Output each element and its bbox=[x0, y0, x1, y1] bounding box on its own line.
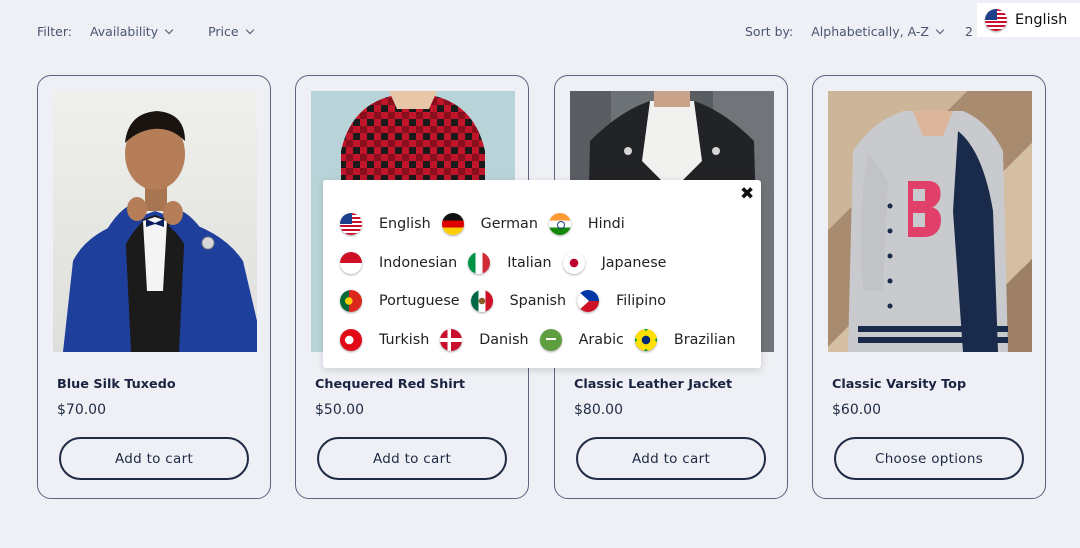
language-name: Arabic bbox=[578, 331, 624, 348]
language-popup: ✖ English German Hindi Indonesian Italia… bbox=[323, 180, 761, 368]
chevron-down-icon bbox=[245, 25, 254, 34]
mx-flag-icon bbox=[470, 290, 493, 313]
product-count: 2 bbox=[964, 24, 973, 39]
language-option-english[interactable]: English bbox=[340, 213, 431, 236]
sort-value: Alphabetically, A-Z bbox=[811, 24, 929, 39]
language-option-indonesian[interactable]: Indonesian bbox=[340, 251, 458, 274]
language-name: Portuguese bbox=[379, 293, 460, 310]
product-price: $50.00 bbox=[315, 402, 364, 418]
language-option-japanese[interactable]: Japanese bbox=[562, 251, 667, 274]
language-option-german[interactable]: German bbox=[441, 213, 538, 236]
br-flag-icon bbox=[634, 328, 657, 351]
language-row: Indonesian Italian Japanese bbox=[340, 244, 760, 283]
filter-availability-dropdown[interactable]: Availability bbox=[89, 24, 174, 39]
language-switcher-label: English bbox=[1015, 12, 1068, 28]
product-price: $60.00 bbox=[832, 402, 881, 418]
product-title[interactable]: Classic Leather Jacket bbox=[574, 377, 732, 392]
language-name: Hindi bbox=[587, 216, 625, 233]
language-name: Turkish bbox=[379, 331, 430, 348]
language-option-turkish[interactable]: Turkish bbox=[340, 328, 430, 351]
it-flag-icon bbox=[468, 251, 491, 274]
language-name: Italian bbox=[507, 254, 552, 271]
filter-label: Filter: bbox=[37, 24, 72, 39]
sort-label: Sort by: bbox=[745, 24, 794, 39]
product-price: $80.00 bbox=[574, 402, 623, 418]
filter-bar: Filter: Availability Price bbox=[37, 24, 289, 39]
chevron-down-icon bbox=[164, 25, 174, 34]
language-option-brazilian[interactable]: Brazilian bbox=[634, 328, 736, 351]
id-flag-icon bbox=[340, 251, 362, 274]
language-name: Japanese bbox=[601, 254, 667, 271]
language-name: Filipino bbox=[616, 293, 667, 310]
product-image[interactable] bbox=[828, 91, 1032, 352]
language-row: English German Hindi bbox=[340, 205, 760, 244]
language-name: Spanish bbox=[509, 293, 567, 310]
filter-price-dropdown[interactable]: Price bbox=[208, 24, 254, 39]
language-option-italian[interactable]: Italian bbox=[468, 251, 552, 274]
language-option-hindi[interactable]: Hindi bbox=[548, 213, 625, 236]
product-title[interactable]: Classic Varsity Top bbox=[832, 377, 966, 392]
product-image[interactable] bbox=[53, 91, 257, 352]
jp-flag-icon bbox=[562, 251, 585, 274]
product-price: $70.00 bbox=[57, 402, 106, 418]
language-name: Brazilian bbox=[673, 331, 736, 348]
de-flag-icon bbox=[441, 213, 464, 236]
language-name: German bbox=[480, 216, 538, 233]
language-option-spanish[interactable]: Spanish bbox=[470, 290, 567, 313]
us-flag-icon bbox=[985, 9, 1007, 31]
filter-price-label: Price bbox=[208, 24, 239, 39]
choose-options-button[interactable]: Choose options bbox=[834, 437, 1024, 480]
sa-flag-icon bbox=[539, 328, 562, 351]
language-option-danish[interactable]: Danish bbox=[440, 328, 529, 351]
chevron-down-icon bbox=[935, 25, 945, 34]
language-option-arabic[interactable]: Arabic bbox=[539, 328, 624, 351]
product-title[interactable]: Chequered Red Shirt bbox=[315, 377, 465, 392]
pt-flag-icon bbox=[340, 290, 362, 313]
sort-dropdown[interactable]: Alphabetically, A-Z bbox=[811, 24, 945, 39]
add-to-cart-button[interactable]: Add to cart bbox=[576, 437, 766, 480]
language-row: Portuguese Spanish Filipino bbox=[340, 282, 760, 321]
product-card[interactable]: Blue Silk Tuxedo $70.00 Add to cart bbox=[37, 75, 271, 499]
language-row: Turkish Danish Arabic Brazilian bbox=[340, 321, 760, 360]
in-flag-icon bbox=[548, 213, 571, 236]
language-grid: English German Hindi Indonesian Italian … bbox=[340, 205, 760, 359]
language-option-portuguese[interactable]: Portuguese bbox=[340, 290, 460, 313]
tr-flag-icon bbox=[340, 328, 362, 351]
language-name: Indonesian bbox=[379, 254, 458, 271]
add-to-cart-button[interactable]: Add to cart bbox=[317, 437, 507, 480]
filter-availability-label: Availability bbox=[89, 24, 159, 39]
close-icon[interactable]: ✖ bbox=[740, 184, 754, 204]
language-name: Danish bbox=[479, 331, 529, 348]
language-name: English bbox=[379, 216, 431, 233]
language-switcher-button[interactable]: English bbox=[977, 3, 1080, 37]
product-card[interactable]: Classic Varsity Top $60.00 Choose option… bbox=[812, 75, 1046, 499]
us-flag-icon bbox=[340, 213, 362, 236]
sort-bar: Sort by: Alphabetically, A-Z 2 bbox=[745, 24, 973, 39]
ph-flag-icon bbox=[577, 290, 600, 313]
language-option-filipino[interactable]: Filipino bbox=[577, 290, 667, 313]
product-title[interactable]: Blue Silk Tuxedo bbox=[57, 377, 176, 392]
dk-flag-icon bbox=[440, 328, 463, 351]
add-to-cart-button[interactable]: Add to cart bbox=[59, 437, 249, 480]
